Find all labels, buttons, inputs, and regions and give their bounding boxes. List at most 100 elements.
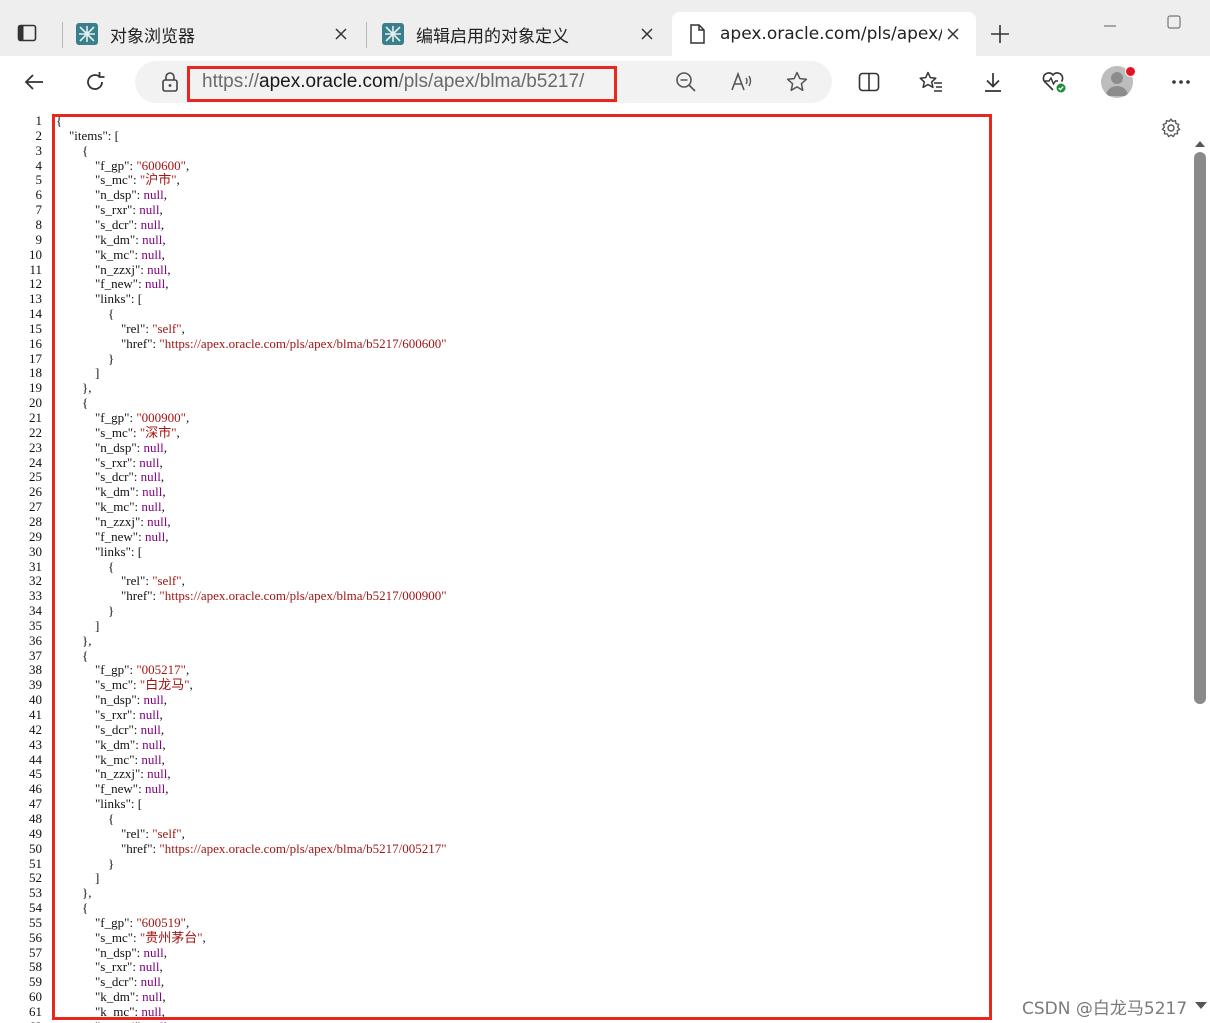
lock-icon	[162, 72, 178, 92]
favorite-star-icon	[786, 71, 808, 92]
scroll-down-arrow-icon[interactable]	[1194, 1000, 1208, 1010]
line-number: 41	[29, 707, 42, 722]
content-highlight-box	[52, 114, 992, 1020]
split-screen-button[interactable]	[851, 64, 887, 100]
plus-icon	[991, 25, 1009, 43]
notification-dot	[1125, 66, 1136, 77]
split-screen-icon	[858, 72, 880, 92]
line-number: 38	[29, 662, 42, 678]
read-aloud-icon	[731, 71, 752, 91]
tab-separator	[366, 22, 367, 48]
tab-edit-object-definition[interactable]: 编辑启用的对象定义	[368, 12, 670, 56]
tab-close-icon[interactable]	[942, 23, 964, 45]
add-favorite-button[interactable]	[779, 64, 815, 100]
zoom-button[interactable]	[668, 64, 704, 100]
line-number: 33	[29, 588, 42, 604]
tab-actions-icon	[17, 24, 37, 42]
new-tab-button[interactable]	[986, 20, 1014, 48]
line-number: 49	[29, 825, 42, 841]
line-number: 22	[29, 424, 42, 440]
line-number: 32	[29, 573, 42, 589]
line-number: 51	[29, 855, 42, 871]
line-number: 31	[29, 558, 42, 574]
minimize-icon	[1104, 25, 1116, 27]
line-number: 61	[29, 1004, 42, 1019]
back-icon	[24, 74, 43, 90]
tab-strip: 对象浏览器 编辑启用的对象定义 apex.oracle.com/pls/apex…	[0, 0, 1210, 56]
scrollbar-thumb[interactable]	[1194, 152, 1206, 704]
line-number: 40	[29, 692, 42, 708]
line-number: 9	[35, 231, 43, 247]
downloads-button[interactable]	[975, 64, 1011, 100]
tab-title: apex.oracle.com/pls/apex/blm	[720, 24, 942, 44]
url-host: apex.oracle.com	[259, 71, 399, 92]
line-number: 37	[29, 647, 42, 663]
back-button[interactable]	[16, 64, 52, 100]
more-icon	[1172, 80, 1190, 84]
apex-favicon-icon	[76, 23, 98, 45]
line-number: 26	[29, 484, 42, 500]
zoom-out-icon	[676, 72, 696, 92]
gear-icon	[1161, 118, 1181, 138]
settings-more-button[interactable]	[1163, 64, 1199, 100]
line-number: 58	[29, 959, 42, 975]
maximize-button[interactable]	[1160, 8, 1188, 36]
tab-title: 编辑启用的对象定义	[416, 26, 569, 47]
refresh-button[interactable]	[77, 64, 113, 100]
line-number: 62	[0, 1019, 42, 1023]
page-document-icon	[690, 24, 705, 44]
tab-actions-button[interactable]	[10, 18, 44, 48]
line-number: 46	[29, 781, 42, 797]
apex-favicon-icon	[382, 23, 404, 45]
line-number: 4	[35, 157, 43, 173]
tab-title: 对象浏览器	[110, 26, 195, 47]
line-number: 45	[29, 766, 42, 782]
line-number: 48	[29, 810, 42, 826]
url-text[interactable]: https://apex.oracle.com/pls/apex/blma/b5…	[202, 71, 584, 93]
viewer-settings-button[interactable]	[1160, 117, 1182, 139]
line-number: 23	[29, 439, 42, 455]
line-number: 19	[29, 380, 42, 396]
url-scheme: https://	[202, 71, 260, 92]
browser-essentials-icon	[1042, 72, 1066, 93]
line-number: 2	[35, 127, 43, 143]
line-number: 60	[29, 989, 42, 1005]
site-info-button[interactable]	[152, 64, 188, 100]
favorites-icon	[919, 71, 942, 92]
line-number: 30	[29, 543, 42, 559]
line-number: 36	[29, 632, 42, 648]
line-number: 3	[35, 142, 43, 158]
minimize-button[interactable]	[1096, 8, 1124, 36]
tab-close-icon[interactable]	[330, 23, 352, 45]
tab-apex-json[interactable]: apex.oracle.com/pls/apex/blm	[672, 12, 976, 56]
line-number: 17	[29, 350, 42, 366]
tab-close-icon[interactable]	[636, 23, 658, 45]
line-number: 28	[29, 513, 42, 529]
line-number: 11	[29, 261, 42, 277]
line-number: 57	[29, 944, 42, 960]
line-number: 59	[29, 974, 42, 990]
line-number: 20	[29, 395, 42, 411]
line-number: 55	[29, 914, 42, 930]
tab-object-browser[interactable]: 对象浏览器	[62, 12, 364, 56]
line-number: 13	[29, 291, 42, 307]
line-number: 8	[35, 216, 43, 232]
scroll-up-arrow-icon[interactable]	[1194, 140, 1206, 148]
csdn-watermark: CSDN @白龙马5217	[1022, 999, 1188, 1019]
maximize-icon	[1167, 15, 1181, 29]
line-number: 53	[29, 885, 42, 901]
refresh-icon	[87, 72, 105, 90]
line-number: 18	[29, 365, 42, 381]
favorites-button[interactable]	[913, 64, 949, 100]
line-number: 56	[29, 929, 42, 945]
line-number: 24	[29, 454, 42, 470]
browser-essentials-button[interactable]	[1036, 64, 1072, 100]
line-number: 5	[35, 172, 43, 188]
line-number: 54	[29, 900, 42, 916]
line-number: 12	[29, 276, 42, 292]
line-number: 43	[29, 736, 42, 752]
line-number: 44	[29, 751, 42, 767]
line-number: 52	[29, 870, 42, 886]
read-aloud-button[interactable]	[724, 64, 760, 100]
line-number: 42	[29, 721, 42, 737]
